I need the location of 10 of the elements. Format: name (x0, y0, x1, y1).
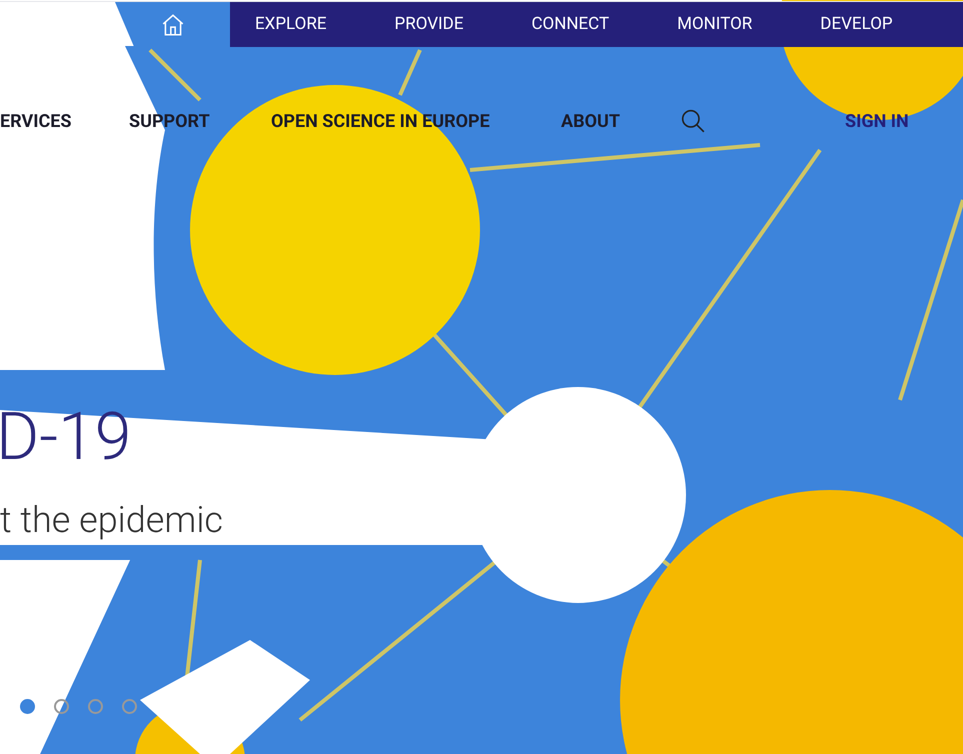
hero-title: D-19 (0, 405, 132, 471)
top-nav-link[interactable]: EXPLORE (255, 12, 326, 38)
top-nav-link[interactable]: CONNECT (531, 12, 610, 38)
main-nav-link[interactable]: ABOUT (561, 110, 620, 132)
hero-subtitle: t the epidemic (0, 498, 224, 543)
search-icon[interactable] (680, 108, 706, 134)
top-nav-link[interactable]: MONITOR (677, 12, 752, 38)
top-nav-link[interactable]: PROVIDE (394, 12, 464, 38)
top-nav-link[interactable]: DEVELOP (820, 12, 893, 38)
main-nav-link[interactable]: ERVICES (0, 110, 72, 132)
